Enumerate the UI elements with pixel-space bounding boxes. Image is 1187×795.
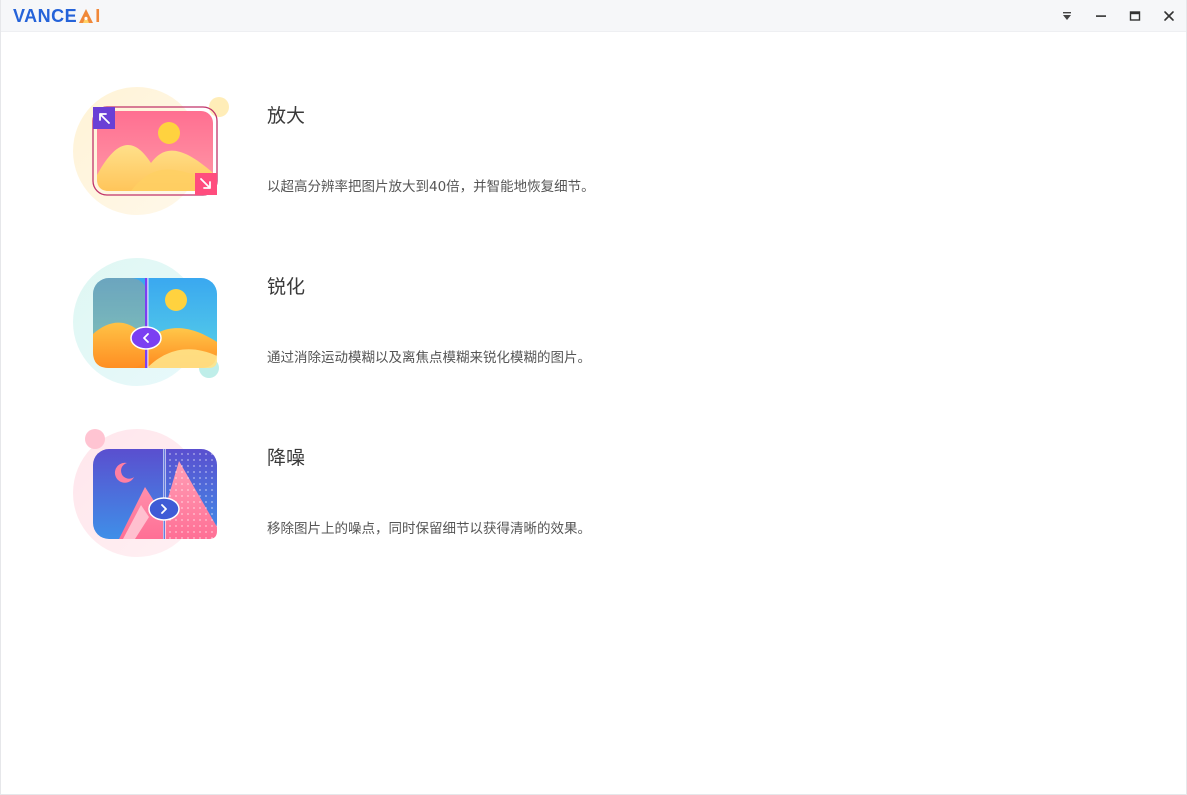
minimize-icon: [1096, 15, 1106, 17]
enlarge-image-icon[interactable]: [71, 85, 241, 225]
minimize-button[interactable]: [1084, 0, 1118, 32]
window-controls: [1050, 0, 1186, 32]
feature-sharpen[interactable]: 锐化 通过消除运动模糊以及离焦点模糊来锐化模糊的图片。: [71, 256, 971, 396]
dropdown-icon: [1063, 12, 1071, 20]
logo-text: VANCE: [13, 5, 78, 26]
menu-dropdown-button[interactable]: [1050, 0, 1084, 32]
feature-title: 降噪: [267, 447, 306, 469]
title-bar[interactable]: VANCE I: [1, 0, 1186, 32]
maximize-button[interactable]: [1118, 0, 1152, 32]
maximize-icon: [1129, 11, 1141, 21]
feature-description: 移除图片上的噪点，同时保留细节以获得清晰的效果。: [267, 521, 591, 537]
close-icon: [1164, 11, 1174, 21]
vanceai-logo: VANCE I: [13, 6, 101, 26]
logo-a-icon: [79, 9, 94, 23]
feature-description: 通过消除运动模糊以及离焦点模糊来锐化模糊的图片。: [267, 350, 591, 366]
feature-title: 放大: [267, 105, 306, 127]
app-window: VANCE I 放大 以超高分辨率把图片放大到40倍，并智能地恢复细节。 锐化 …: [0, 0, 1187, 795]
feature-denoise[interactable]: 降噪 移除图片上的噪点，同时保留细节以获得清晰的效果。: [71, 427, 971, 567]
close-button[interactable]: [1152, 0, 1186, 32]
feature-description: 以超高分辨率把图片放大到40倍，并智能地恢复细节。: [267, 179, 595, 195]
feature-enlarge[interactable]: 放大 以超高分辨率把图片放大到40倍，并智能地恢复细节。: [71, 85, 971, 225]
logo-ai-mark: I: [78, 6, 101, 27]
denoise-image-icon[interactable]: [71, 427, 241, 567]
logo-i: I: [95, 5, 101, 26]
sharpen-image-icon[interactable]: [71, 256, 241, 396]
feature-title: 锐化: [267, 276, 306, 298]
